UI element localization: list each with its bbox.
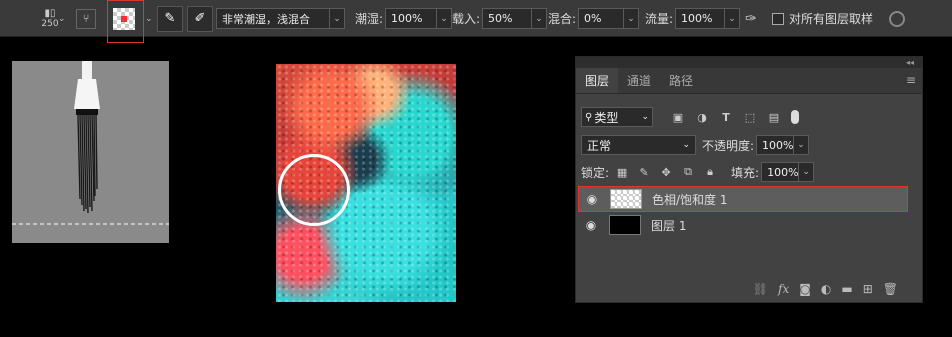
chevron-down-icon: ⌄ xyxy=(682,140,690,150)
mixer-brush-tip-image xyxy=(12,61,169,225)
layer-row-layer-1[interactable]: ◉ 图层 1 xyxy=(578,212,908,238)
brush-size-label: 250 xyxy=(41,18,59,29)
mix-dropdown-icon[interactable]: ⌄ xyxy=(624,8,640,29)
panel-tabs: 图层 通道 路径 ≡ xyxy=(576,68,922,94)
tab-layers[interactable]: 图层 xyxy=(576,68,619,93)
smart-object-filter-icon[interactable]: ▤ xyxy=(767,110,781,124)
flow-input[interactable]: 100% xyxy=(675,8,726,29)
lock-label: 锁定: xyxy=(581,165,610,180)
search-icon: ⚲ xyxy=(585,111,593,123)
opacity-dropdown-icon[interactable]: ⌄ xyxy=(794,135,810,155)
blend-row: 正常 ⌄ 不透明度: 100% ⌄ xyxy=(576,134,924,156)
brush-preset-dropdown-icon[interactable]: ⌄ xyxy=(58,0,66,37)
blend-mode-value: 正常 xyxy=(587,138,612,153)
mask-icon[interactable]: ◙ xyxy=(799,282,811,296)
lock-image-icon[interactable]: ✎ xyxy=(637,165,651,179)
new-layer-icon[interactable]: ⊞ xyxy=(863,282,873,296)
adjustment-icon[interactable]: ◐ xyxy=(821,282,831,296)
airbrush-icon: ✑ xyxy=(745,10,757,27)
chevron-down-icon: ⌄ xyxy=(330,8,345,29)
visibility-eye-icon[interactable]: ◉ xyxy=(581,218,601,232)
filter-row: ⚲ 类型 ⌄ ▣ ◑ T ⬚ ▤ xyxy=(576,106,924,128)
visibility-eye-icon[interactable]: ◉ xyxy=(582,192,602,206)
load-label: 载入: xyxy=(452,12,481,26)
filter-kind-value: 类型 xyxy=(594,110,619,125)
lock-all-icon[interactable]: 🔒︎ xyxy=(703,165,717,179)
layer-row-hue-saturation[interactable]: ◉ 色相/饱和度 1 xyxy=(578,186,908,212)
airbrush-toggle[interactable]: ✑ xyxy=(745,0,757,37)
layer-name: 图层 1 xyxy=(651,218,687,233)
adjustment-filter-icon[interactable]: ◑ xyxy=(695,110,709,124)
clean-brush-button[interactable]: ✎ xyxy=(157,0,183,37)
fill-label: 填充: xyxy=(731,165,760,180)
flow-label: 流量: xyxy=(645,12,674,26)
layer-thumbnail xyxy=(609,215,641,235)
layers-panel: ◂◂ 图层 通道 路径 ≡ ⚲ 类型 ⌄ ▣ ◑ T ⬚ ▤ 正常 ⌄ 不透明度… xyxy=(575,56,923,303)
filter-toggle-icon[interactable] xyxy=(791,110,799,124)
wet-dropdown-icon[interactable]: ⌄ xyxy=(437,8,453,29)
sample-all-checkbox[interactable] xyxy=(772,12,784,25)
link-icon[interactable]: ⛓ xyxy=(753,282,768,296)
opacity-label: 不透明度: xyxy=(702,138,755,153)
mixer-mode-value: 非常潮湿，浅混合 xyxy=(216,8,330,29)
swatch-dropdown-icon[interactable]: ⌄ xyxy=(145,0,153,37)
brush-cursor-circle xyxy=(278,154,350,226)
type-filter-icon[interactable]: T xyxy=(719,110,733,124)
brush-settings-button[interactable]: ⑂ xyxy=(76,0,96,37)
sample-all-layers[interactable]: 对所有图层取样 xyxy=(772,0,873,37)
wet-input[interactable]: 100% xyxy=(385,8,438,29)
lock-transparent-icon[interactable]: ▦ xyxy=(615,165,629,179)
fx-icon[interactable]: fx xyxy=(778,282,789,296)
collapse-icon[interactable]: ◂◂ xyxy=(906,58,914,67)
pressure-icon xyxy=(889,10,905,27)
swatch-checker-icon xyxy=(113,7,135,30)
blend-mode-select[interactable]: 正常 ⌄ xyxy=(581,135,696,155)
pressure-button[interactable] xyxy=(889,0,905,37)
fill-input[interactable]: 100% xyxy=(761,162,800,182)
lock-row: 锁定: ▦ ✎ ✥ ⧉ 🔒︎ 填充: 100% ⌄ xyxy=(576,161,924,183)
lock-position-icon[interactable]: ✥ xyxy=(659,165,673,179)
panel-menu-icon[interactable]: ≡ xyxy=(906,73,916,87)
filter-kind-select[interactable]: ⚲ 类型 ⌄ xyxy=(581,107,653,127)
panel-footer: ⛓ fx ◙ ◐ ▬ ⊞ 🗑︎ xyxy=(576,276,924,302)
lock-artboard-icon[interactable]: ⧉ xyxy=(681,165,695,179)
mixer-mode-select[interactable]: 非常潮湿，浅混合 ⌄ xyxy=(216,0,345,37)
photoshop-window: ▮▯ 250 ⌄ ⑂ ⌄ ✎ ✐ 非常潮湿，浅混合 ⌄ 潮湿: 100% ⌄ 载… xyxy=(0,0,952,337)
wet-label: 潮湿: xyxy=(355,12,384,26)
chevron-down-icon: ⌄ xyxy=(641,112,649,122)
clean-brush-icon: ✎ xyxy=(157,5,183,32)
mix-control: 混合: 0% ⌄ xyxy=(548,0,640,37)
flow-control: 流量: 100% ⌄ xyxy=(645,0,741,37)
brush-tip-preview xyxy=(12,61,169,243)
tab-channels[interactable]: 通道 xyxy=(618,68,660,93)
folder-icon[interactable]: ▬ xyxy=(841,282,852,296)
brush-panel-icon: ⑂ xyxy=(76,8,96,29)
mix-label: 混合: xyxy=(548,12,577,26)
fill-dropdown-icon[interactable]: ⌄ xyxy=(799,162,815,182)
options-bar: ▮▯ 250 ⌄ ⑂ ⌄ ✎ ✐ 非常潮湿，浅混合 ⌄ 潮湿: 100% ⌄ 载… xyxy=(0,0,952,43)
load-brush-button[interactable]: ✐ xyxy=(187,0,213,37)
current-color-swatch[interactable] xyxy=(113,0,135,37)
load-brush-icon: ✐ xyxy=(187,5,213,32)
panel-collapse-bar[interactable]: ◂◂ xyxy=(576,57,922,68)
mix-input[interactable]: 0% xyxy=(578,8,625,29)
load-control: 载入: 50% ⌄ xyxy=(452,0,548,37)
tab-paths[interactable]: 路径 xyxy=(660,68,702,93)
shape-filter-icon[interactable]: ⬚ xyxy=(743,110,757,124)
sample-all-label: 对所有图层取样 xyxy=(789,12,874,26)
brush-tip-icon: ▮▯ xyxy=(44,7,56,19)
load-dropdown-icon[interactable]: ⌄ xyxy=(532,8,548,29)
opacity-input[interactable]: 100% xyxy=(756,135,795,155)
trash-icon[interactable]: 🗑︎ xyxy=(883,282,898,296)
layer-name: 色相/饱和度 1 xyxy=(652,192,728,207)
load-input[interactable]: 50% xyxy=(482,8,533,29)
wet-control: 潮湿: 100% ⌄ xyxy=(355,0,453,37)
layer-thumbnail xyxy=(610,189,642,209)
pixel-filter-icon[interactable]: ▣ xyxy=(671,110,685,124)
flow-dropdown-icon[interactable]: ⌄ xyxy=(725,8,741,29)
